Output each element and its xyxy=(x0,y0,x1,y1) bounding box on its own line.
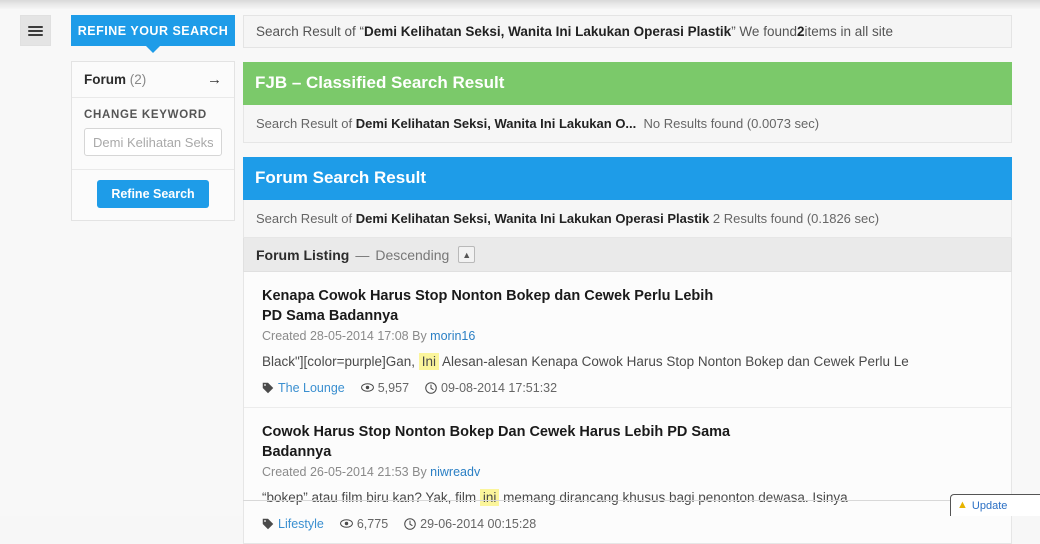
clock-icon xyxy=(425,382,437,394)
change-keyword-label: CHANGE KEYWORD xyxy=(84,109,207,121)
summary-suffix: items in all site xyxy=(804,24,894,39)
result-timestamp-text: 09-08-2014 17:51:32 xyxy=(441,380,558,395)
result-snippet: “bokep” atau film biru kan? Yak, film in… xyxy=(262,488,993,508)
refine-footer: Refine Search xyxy=(72,170,234,220)
snippet-after: memang dirancang khusus bagi penonton de… xyxy=(499,489,848,505)
update-notification-text: Update xyxy=(971,499,1008,512)
result-author-link[interactable]: morin16 xyxy=(430,329,475,343)
result-author-link[interactable]: niwreadv xyxy=(430,465,480,479)
summary-count: 2 xyxy=(796,24,805,39)
result-created-label: Created 26-05-2014 21:53 By xyxy=(262,464,431,479)
keyword-input[interactable] xyxy=(84,128,222,156)
forum-sub-prefix: Search Result of xyxy=(256,211,356,226)
clock-icon xyxy=(404,518,416,530)
caret-up-icon[interactable]: ▲ xyxy=(458,246,476,263)
listing-sort-order[interactable]: Descending xyxy=(375,247,449,263)
forum-results-list: Kenapa Cowok Harus Stop Nonton Bokep dan… xyxy=(243,272,1012,544)
forum-listing-label: Forum Listing xyxy=(256,246,350,263)
result-category-link[interactable]: Lifestyle xyxy=(278,517,324,531)
result-created: Created 26-05-2014 21:53 By niwreadv xyxy=(262,465,993,479)
summary-query: Demi Kelihatan Seksi, Wanita Ini Lakukan… xyxy=(364,24,732,39)
result-timestamp: 29-06-2014 00:15:28 xyxy=(404,517,536,531)
listing-dash: — xyxy=(355,246,370,263)
result-category-link[interactable]: The Lounge xyxy=(278,381,345,395)
result-category[interactable]: Lifestyle xyxy=(262,517,324,531)
refine-tab-label: REFINE YOUR SEARCH xyxy=(77,23,229,38)
list-item: Kenapa Cowok Harus Stop Nonton Bokep dan… xyxy=(244,272,1011,408)
update-notification-popup[interactable]: ▲ Update xyxy=(950,494,1040,516)
main-content: Search Result of “Demi Kelihatan Seksi, … xyxy=(243,15,1012,544)
forum-panel-header: Forum Search Result xyxy=(243,157,1012,200)
eye-icon xyxy=(339,519,353,529)
snippet-highlight: Ini xyxy=(418,353,440,370)
refine-your-search-tab[interactable]: REFINE YOUR SEARCH xyxy=(71,15,235,46)
snippet-before: “bokep” atau film biru kan? Yak, film xyxy=(262,489,480,505)
list-item: Cowok Harus Stop Nonton Bokep Dan Cewek … xyxy=(244,408,1011,543)
sidebar-item-forum[interactable]: Forum (2) → xyxy=(72,62,234,98)
result-views-count: 6,775 xyxy=(356,516,389,531)
refine-card: Forum (2) → CHANGE KEYWORD Refine Search xyxy=(71,61,235,221)
result-created-label: Created 28-05-2014 17:08 By xyxy=(262,329,431,343)
sidebar-item-forum-label: Forum (2) xyxy=(84,72,147,87)
refine-search-button[interactable]: Refine Search xyxy=(97,180,209,208)
search-summary-bar: Search Result of “Demi Kelihatan Seksi, … xyxy=(243,15,1012,48)
result-title[interactable]: Cowok Harus Stop Nonton Bokep Dan Cewek … xyxy=(262,422,732,462)
snippet-after: Alesan-alesan Kenapa Cowok Harus Stop No… xyxy=(439,354,909,369)
browser-top-strip xyxy=(0,0,1040,9)
result-views: 5,957 xyxy=(360,380,410,395)
warning-triangle-icon: ▲ xyxy=(957,499,968,511)
eye-icon xyxy=(360,383,374,393)
result-meta: Lifestyle 6,775 29-06-2014 00:15:28 xyxy=(262,517,993,531)
result-meta: The Lounge 5,957 09-08-2014 17:51:32 xyxy=(262,381,993,395)
result-snippet: Black"][color=purple]Gan, Ini Alesan-ale… xyxy=(262,353,993,372)
result-views: 6,775 xyxy=(339,516,389,531)
fjb-sub-query: Demi Kelihatan Seksi, Wanita Ini Lakukan… xyxy=(355,116,637,131)
result-timestamp: 09-08-2014 17:51:32 xyxy=(425,381,557,395)
snippet-before: Black"][color=purple]Gan, xyxy=(262,354,419,369)
forum-sub-query: Demi Kelihatan Seksi, Wanita Ini Lakukan… xyxy=(355,211,710,226)
summary-middle: ” We found xyxy=(731,24,797,39)
summary-prefix: Search Result of “ xyxy=(256,24,365,39)
hamburger-icon xyxy=(28,24,43,38)
page-root: REFINE YOUR SEARCH Forum (2) → CHANGE KE… xyxy=(0,0,1040,544)
bottom-divider xyxy=(243,500,1012,501)
fjb-panel-header: FJB – Classified Search Result xyxy=(243,62,1012,105)
result-title[interactable]: Kenapa Cowok Harus Stop Nonton Bokep dan… xyxy=(262,286,732,326)
result-timestamp-text: 29-06-2014 00:15:28 xyxy=(420,516,537,531)
forum-panel-subtitle: Search Result of Demi Kelihatan Seksi, W… xyxy=(243,200,1012,238)
forum-panel: Forum Search Result Search Result of Dem… xyxy=(243,157,1012,544)
forum-listing-bar: Forum Listing — Descending ▲ xyxy=(243,238,1012,272)
arrow-right-icon[interactable]: → xyxy=(207,72,222,87)
forum-sub-result: 2 Results found (0.1826 sec) xyxy=(709,211,880,226)
fjb-panel: FJB – Classified Search Result Search Re… xyxy=(243,62,1012,143)
hamburger-menu-button[interactable] xyxy=(20,15,51,46)
change-keyword-section: CHANGE KEYWORD xyxy=(72,98,234,170)
result-category[interactable]: The Lounge xyxy=(262,381,345,395)
tag-icon xyxy=(262,382,274,394)
refine-sidebar: REFINE YOUR SEARCH Forum (2) → CHANGE KE… xyxy=(71,15,235,221)
fjb-sub-prefix: Search Result of xyxy=(256,116,356,131)
result-views-count: 5,957 xyxy=(377,380,410,395)
result-created: Created 28-05-2014 17:08 By morin16 xyxy=(262,329,993,343)
fjb-panel-subtitle: Search Result of Demi Kelihatan Seksi, W… xyxy=(243,105,1012,143)
snippet-highlight: ini xyxy=(479,488,500,506)
fjb-sub-result: No Results found (0.0073 sec) xyxy=(643,116,820,131)
tag-icon xyxy=(262,518,274,530)
